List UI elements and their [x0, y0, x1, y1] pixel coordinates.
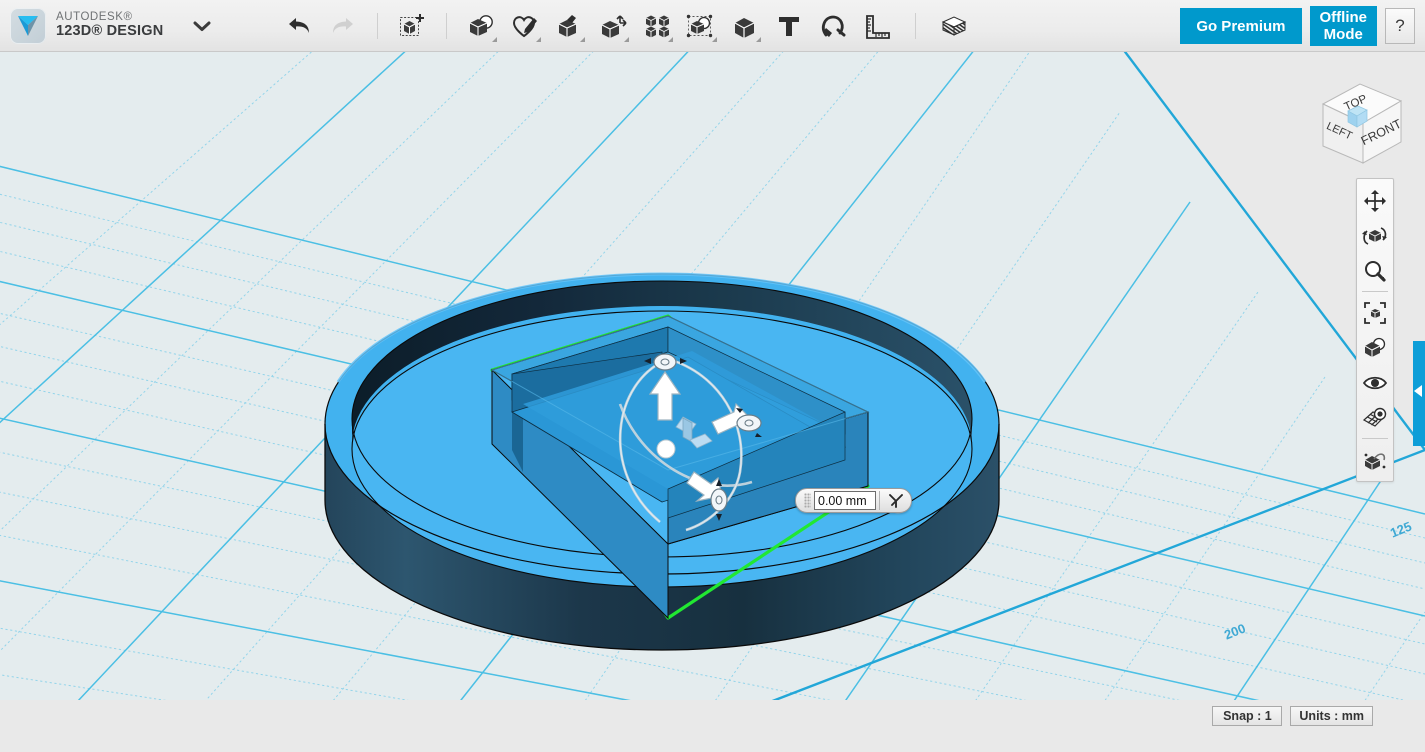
toolbar-separator-1 — [377, 13, 378, 39]
toolbar-separator-3 — [915, 13, 916, 39]
offline-mode-line2: Mode — [1324, 26, 1363, 43]
toolbar-button-grouping[interactable] — [682, 7, 720, 45]
autodesk-logo-icon — [10, 8, 46, 44]
brand-block: AUTODESK® 123D® DESIGN — [0, 8, 215, 44]
toolbar-button-sketch[interactable] — [506, 7, 544, 45]
toolbar-separator-2 — [446, 13, 447, 39]
chevron-down-icon[interactable] — [189, 13, 215, 39]
dim-separator — [879, 491, 880, 510]
toolbar-button-text[interactable] — [770, 7, 808, 45]
brand-autodesk-label: AUTODESK® — [56, 11, 163, 23]
go-premium-button[interactable]: Go Premium — [1180, 8, 1301, 44]
view-orientation-cube[interactable]: TOP LEFT FRONT — [1305, 68, 1417, 172]
help-button[interactable]: ? — [1385, 8, 1415, 44]
toolbar-button-construct[interactable] — [550, 7, 588, 45]
status-bar: Snap : 1 Units : mm — [0, 700, 1425, 752]
toolbar-button-modify[interactable] — [594, 7, 632, 45]
3d-viewport[interactable]: 200 125 — [0, 52, 1425, 752]
toolbar-button-material[interactable] — [935, 7, 973, 45]
units-setting-chip[interactable]: Units : mm — [1290, 706, 1373, 726]
nav-button-fit[interactable] — [1357, 295, 1393, 330]
nav-button-visibility[interactable] — [1357, 365, 1393, 400]
nav-separator-1 — [1362, 291, 1388, 292]
toolbar-button-snap[interactable] — [814, 7, 852, 45]
dimension-input-widget[interactable] — [795, 488, 912, 513]
nav-button-grid-snap[interactable] — [1357, 400, 1393, 435]
dimension-value-input[interactable] — [814, 491, 876, 510]
main-toolbar — [277, 7, 976, 45]
toolbar-button-redo[interactable] — [324, 7, 362, 45]
toolbar-button-primitives[interactable] — [462, 7, 500, 45]
snap-setting-chip[interactable]: Snap : 1 — [1212, 706, 1282, 726]
nav-button-view-style[interactable] — [1357, 330, 1393, 365]
model-geometry[interactable] — [0, 52, 1425, 752]
offline-mode-button[interactable]: Offline Mode — [1310, 6, 1378, 46]
view-navigation-toolbar — [1356, 178, 1394, 482]
brand-product-label: 123D® DESIGN — [56, 24, 163, 40]
toolbar-button-measure[interactable] — [858, 7, 896, 45]
panel-expand-handle[interactable] — [1413, 341, 1425, 446]
toolbar-button-transform[interactable] — [393, 7, 431, 45]
apply-direction-icon[interactable] — [883, 490, 909, 511]
nav-button-zoom[interactable] — [1357, 253, 1393, 288]
toolbar-button-combine[interactable] — [726, 7, 764, 45]
toolbar-button-undo[interactable] — [280, 7, 318, 45]
app-root: AUTODESK® 123D® DESIGN — [0, 0, 1425, 752]
brand-text: AUTODESK® 123D® DESIGN — [56, 11, 163, 39]
offline-mode-line1: Offline — [1320, 9, 1368, 26]
nav-button-orbit[interactable] — [1357, 218, 1393, 253]
drag-grip-icon[interactable] — [804, 493, 811, 508]
nav-button-measure-tool[interactable] — [1357, 442, 1393, 477]
status-chips: Snap : 1 Units : mm — [1212, 706, 1373, 726]
toolbar-button-pattern[interactable] — [638, 7, 676, 45]
chevron-left-icon — [1414, 385, 1422, 397]
header-right-buttons: Go Premium Offline Mode ? — [1180, 0, 1415, 52]
nav-button-pan[interactable] — [1357, 183, 1393, 218]
nav-separator-2 — [1362, 438, 1388, 439]
top-header-bar: AUTODESK® 123D® DESIGN — [0, 0, 1425, 52]
